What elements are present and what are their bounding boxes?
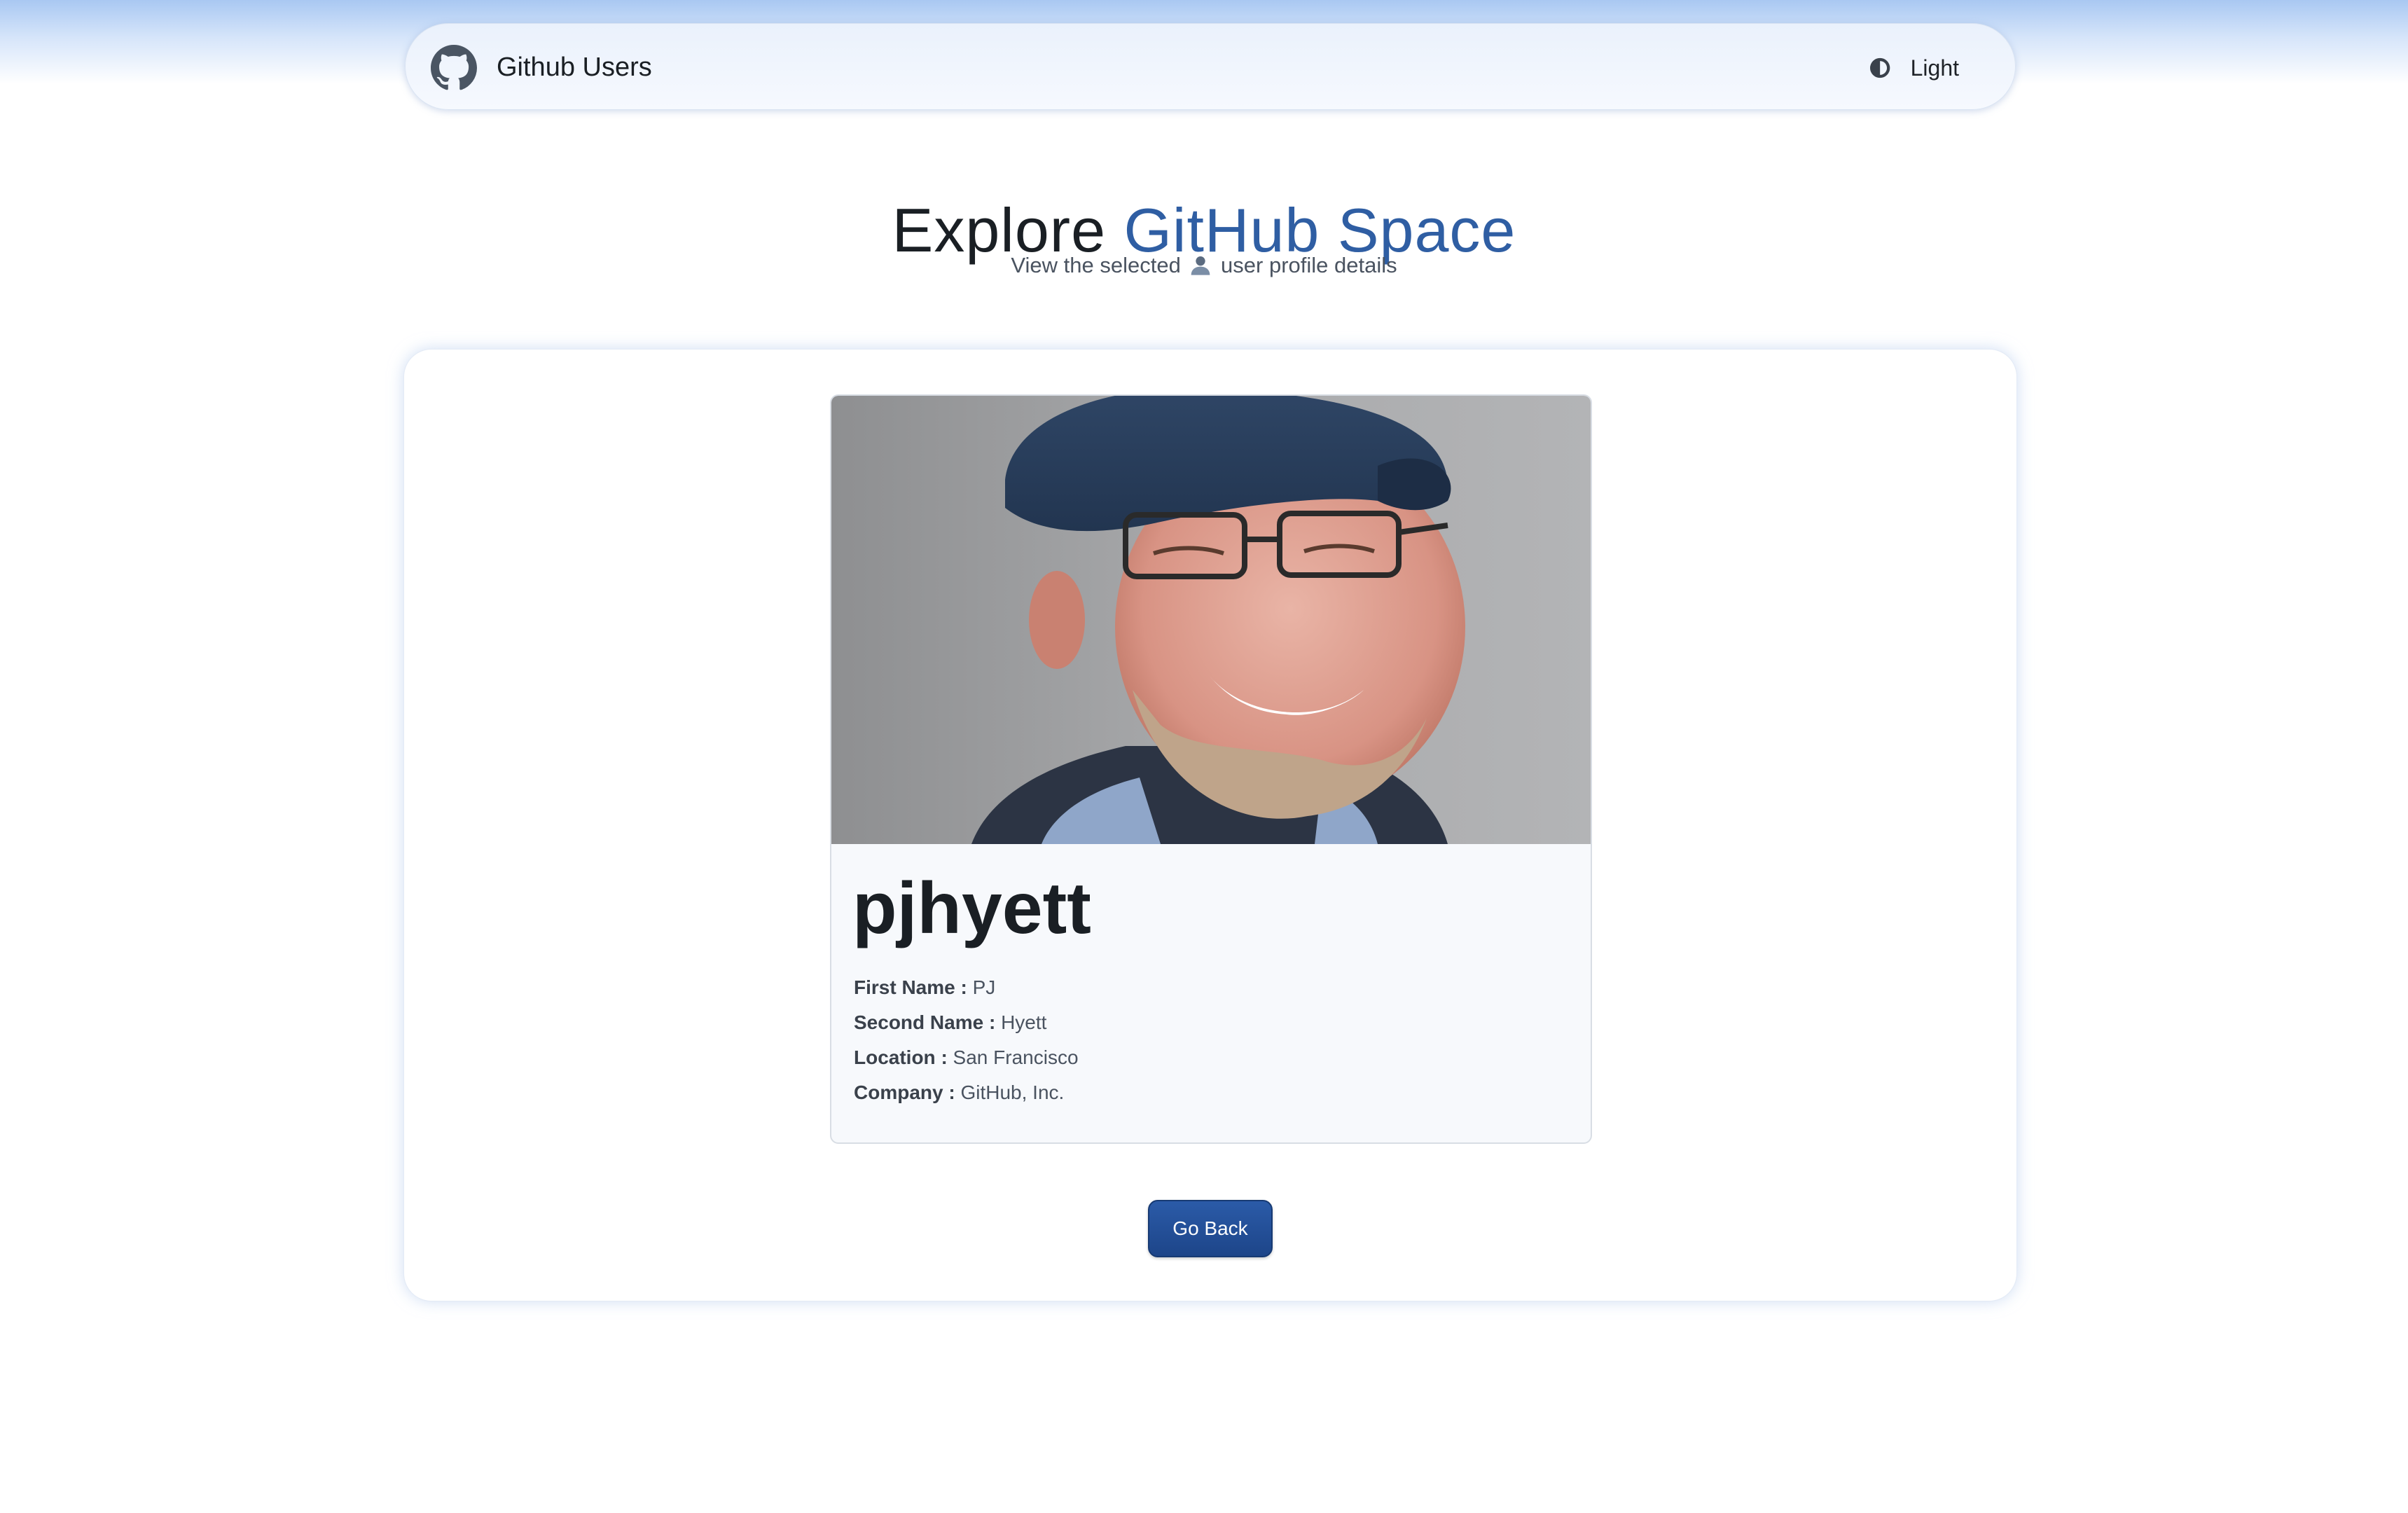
detail-company: Company : GitHub, Inc.: [854, 1075, 1079, 1110]
subtitle-text-before: View the selected: [1011, 253, 1187, 277]
username: pjhyett: [852, 868, 1091, 949]
detail-label: First Name :: [854, 976, 967, 998]
moon-icon: [1869, 57, 1890, 78]
go-back-button[interactable]: Go Back: [1148, 1200, 1273, 1257]
detail-label: Location :: [854, 1046, 948, 1068]
detail-value: Hyett: [1001, 1011, 1047, 1033]
detail-value: PJ: [972, 976, 996, 998]
avatar: [831, 396, 1591, 844]
brand-name[interactable]: Github Users: [497, 50, 652, 84]
detail-label: Second Name :: [854, 1011, 996, 1033]
detail-label: Company :: [854, 1082, 955, 1103]
theme-label: Light: [1910, 55, 1959, 81]
profile-details: First Name : PJ Second Name : Hyett Loca…: [854, 970, 1079, 1110]
detail-second-name: Second Name : Hyett: [854, 1005, 1079, 1040]
user-icon: [1191, 256, 1210, 275]
profile-card: pjhyett First Name : PJ Second Name : Hy…: [830, 394, 1592, 1144]
page-subtitle: View the selected user profile details: [0, 250, 2408, 281]
detail-value: GitHub, Inc.: [960, 1082, 1065, 1103]
detail-value: San Francisco: [953, 1046, 1079, 1068]
detail-first-name: First Name : PJ: [854, 970, 1079, 1005]
subtitle-text-after: user profile details: [1215, 253, 1397, 277]
github-icon[interactable]: [431, 45, 477, 91]
profile-container: pjhyett First Name : PJ Second Name : Hy…: [403, 349, 2017, 1301]
theme-toggle[interactable]: Light: [1869, 45, 1959, 91]
detail-location: Location : San Francisco: [854, 1040, 1079, 1075]
navbar: Github Users Light: [405, 23, 2016, 110]
